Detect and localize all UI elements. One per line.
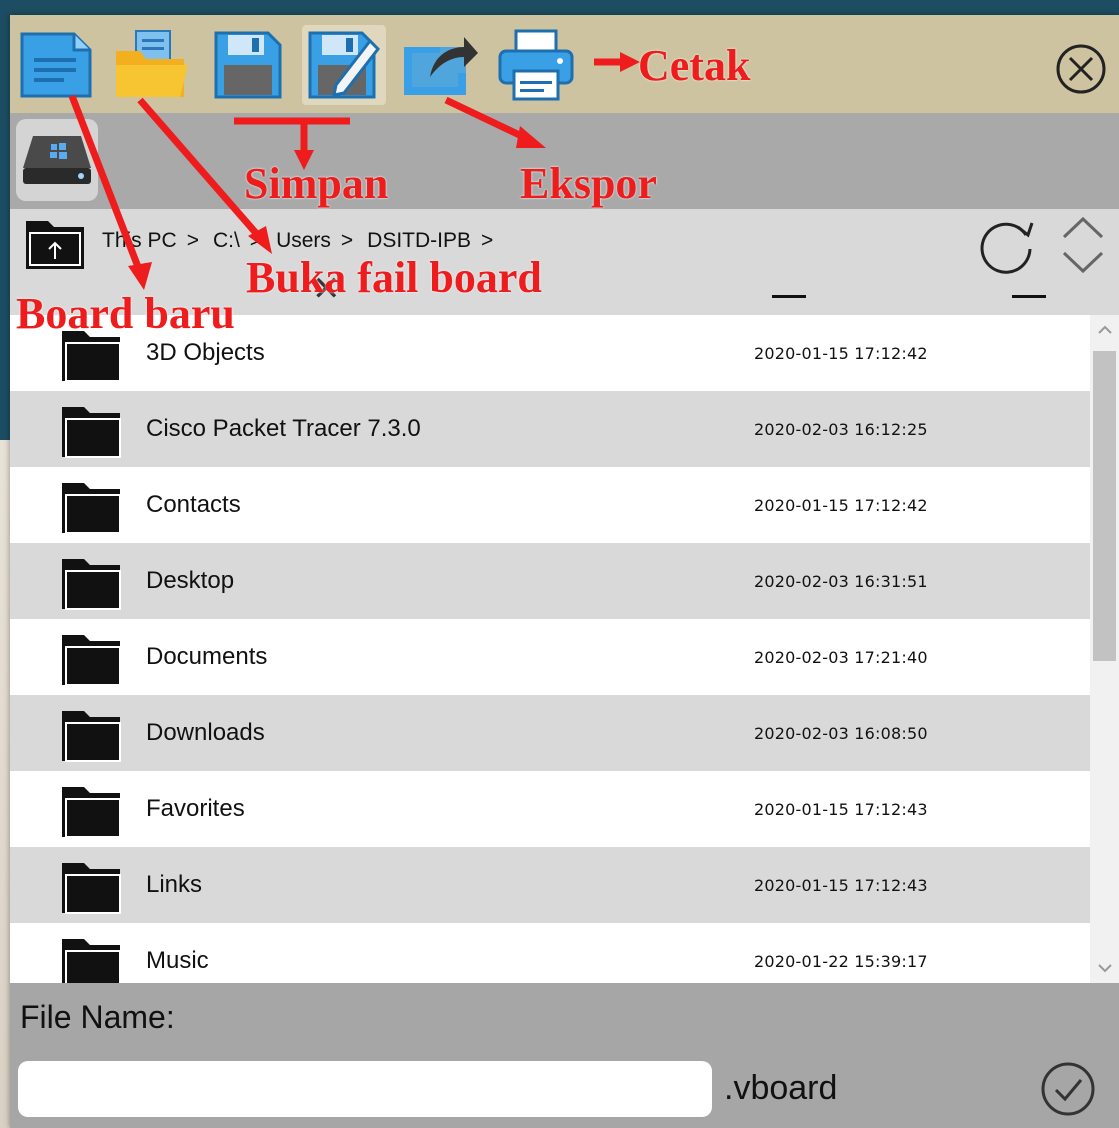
- crumb-drive[interactable]: C:\: [213, 229, 240, 253]
- save-as-button[interactable]: [302, 25, 386, 105]
- folder-icon: [60, 937, 122, 983]
- chevron-up-down-icon: [1062, 216, 1104, 274]
- save-icon: [214, 31, 282, 99]
- file-name: Contacts: [146, 491, 241, 518]
- file-name: Cisco Packet Tracer 7.3.0: [146, 415, 421, 442]
- refresh-button[interactable]: [974, 213, 1040, 284]
- file-name-input[interactable]: [18, 1061, 712, 1117]
- drive-icon: [23, 136, 91, 184]
- refresh-icon: [980, 222, 1034, 274]
- file-name: Links: [146, 871, 203, 898]
- save-button[interactable]: [206, 25, 290, 105]
- file-date: 2020-01-15 17:12:42: [754, 495, 928, 515]
- save-as-icon: [308, 31, 380, 99]
- file-date: 2020-01-15 17:12:43: [754, 799, 928, 819]
- file-row[interactable]: Downloads 2020-02-03 16:08:50: [10, 695, 1090, 771]
- file-name: Desktop: [146, 567, 235, 594]
- folder-icon: [60, 405, 122, 464]
- crumb-users[interactable]: Users: [276, 229, 331, 253]
- scroll-up-button[interactable]: [1090, 315, 1119, 345]
- crumb-separator: >: [186, 229, 199, 252]
- scroll-thumb[interactable]: [1093, 351, 1116, 661]
- file-date: 2020-02-03 16:12:25: [754, 419, 928, 439]
- chevron-up-icon: [1097, 325, 1112, 334]
- annotation-export: Ekspor: [520, 159, 657, 208]
- export-icon: [404, 37, 478, 95]
- file-name: 3D Objects: [146, 339, 265, 366]
- scrollbar[interactable]: [1090, 315, 1119, 983]
- export-button[interactable]: [398, 25, 482, 105]
- file-row[interactable]: Cisco Packet Tracer 7.3.0 2020-02-03 16:1…: [10, 391, 1090, 467]
- file-date: 2020-01-15 17:12:42: [754, 343, 928, 363]
- column-divider: [772, 295, 806, 298]
- folder-icon: [60, 481, 122, 540]
- breadcrumb: This PC > C:\ > Users > DSITD-IPB >: [102, 229, 501, 253]
- checkmark-icon: [1041, 1062, 1095, 1116]
- file-date: 2020-01-15 17:12:43: [754, 875, 928, 895]
- column-divider: [1012, 295, 1046, 298]
- open-folder-icon: [116, 30, 188, 97]
- file-row[interactable]: Music 2020-01-22 15:39:17: [10, 923, 1090, 983]
- file-row[interactable]: Desktop 2020-02-03 16:31:51: [10, 543, 1090, 619]
- file-name-label: File Name:: [20, 999, 175, 1035]
- crumb-user-folder[interactable]: DSITD-IPB: [367, 229, 471, 253]
- crumb-separator: >: [481, 229, 494, 252]
- folder-icon: [60, 709, 122, 768]
- file-name: Favorites: [146, 795, 245, 822]
- new-document-icon: [20, 32, 92, 98]
- crumb-separator: >: [340, 229, 354, 252]
- annotation-save: Simpan: [244, 159, 389, 208]
- drive-button[interactable]: [16, 119, 98, 201]
- folder-icon: [60, 785, 122, 844]
- new-board-button[interactable]: [14, 25, 98, 105]
- file-name-bar: File Name: .vboard: [10, 983, 1119, 1128]
- file-list: 3D Objects 2020-01-15 17:12:42 Cisco Packe…: [10, 315, 1090, 983]
- scroll-down-button[interactable]: [1090, 953, 1119, 983]
- print-icon: [498, 29, 574, 101]
- crumb-this-pc[interactable]: This PC: [102, 229, 177, 253]
- file-row[interactable]: Documents 2020-02-03 17:21:40: [10, 619, 1090, 695]
- file-name: Music: [146, 947, 209, 974]
- file-date: 2020-01-22 15:39:17: [754, 951, 928, 971]
- annotation-new: Board baru: [16, 289, 235, 338]
- file-extension: .vboard: [724, 1069, 838, 1107]
- chevron-down-icon: [1097, 964, 1112, 973]
- file-date: 2020-02-03 16:08:50: [754, 723, 928, 743]
- file-name: Documents: [146, 643, 268, 670]
- annotation-print: Cetak: [638, 41, 751, 90]
- confirm-button[interactable]: [1040, 1061, 1096, 1117]
- close-button[interactable]: [1055, 43, 1107, 95]
- close-icon: [1056, 44, 1106, 94]
- parent-folder-button[interactable]: [24, 217, 86, 276]
- sort-toggle[interactable]: [1058, 211, 1108, 282]
- folder-icon: [60, 557, 122, 616]
- print-button[interactable]: [494, 25, 578, 105]
- crumb-separator: >: [249, 229, 263, 252]
- file-row[interactable]: Links 2020-01-15 17:12:43: [10, 847, 1090, 923]
- file-row[interactable]: Favorites 2020-01-15 17:12:43: [10, 771, 1090, 847]
- annotation-open: Buka fail board: [246, 253, 542, 302]
- toolbar: [10, 15, 1119, 113]
- open-board-button[interactable]: [110, 25, 194, 105]
- folder-icon: [60, 633, 122, 692]
- file-date: 2020-02-03 16:31:51: [754, 571, 928, 591]
- folder-up-icon: [26, 221, 84, 269]
- file-name: Downloads: [146, 719, 265, 746]
- file-date: 2020-02-03 17:21:40: [754, 647, 928, 667]
- folder-icon: [60, 861, 122, 920]
- file-row[interactable]: Contacts 2020-01-15 17:12:42: [10, 467, 1090, 543]
